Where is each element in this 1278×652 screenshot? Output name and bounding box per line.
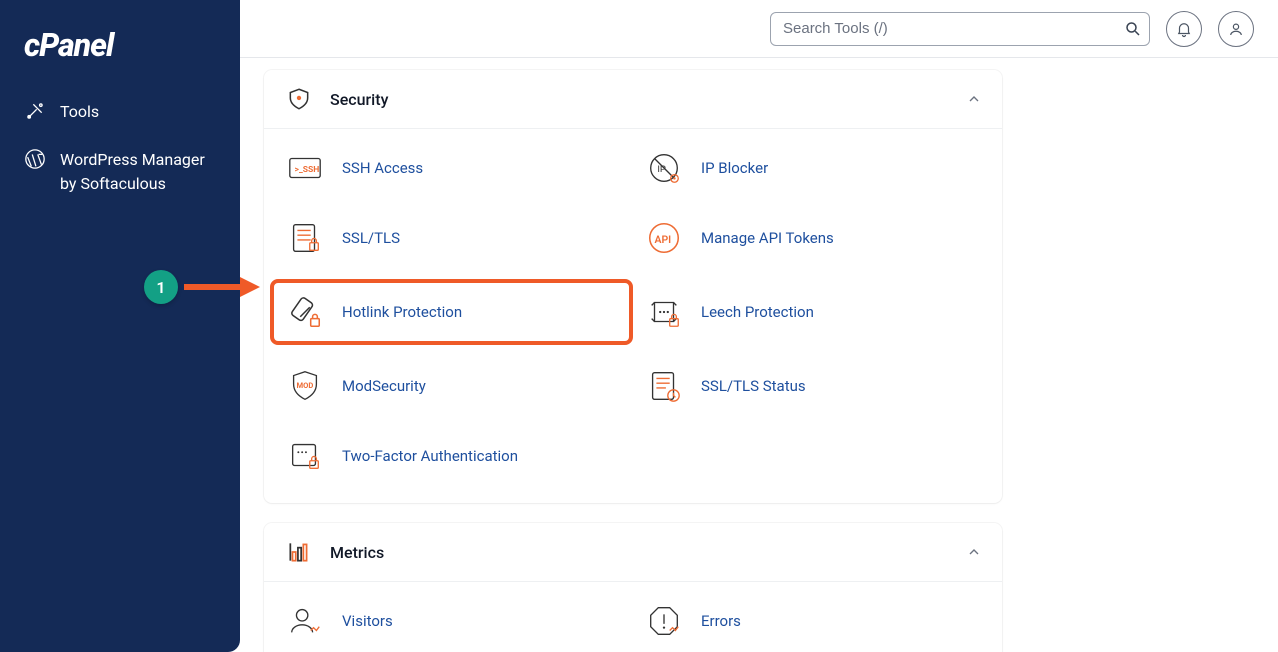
wordpress-icon xyxy=(24,148,46,170)
item-label: IP Blocker xyxy=(701,159,768,177)
item-ip-blocker[interactable]: IP IP Blocker xyxy=(633,143,992,193)
panel-security: Security >_SSH SSH Access xyxy=(264,70,1002,503)
brand-logo: cPanel xyxy=(0,18,240,88)
item-visitors[interactable]: Visitors xyxy=(274,596,633,646)
panel-header-security[interactable]: Security xyxy=(264,70,1002,129)
visitors-icon xyxy=(286,602,324,640)
sidebar-item-wordpress[interactable]: WordPress Manager by Softaculous xyxy=(0,136,240,208)
two-factor-icon xyxy=(286,437,324,475)
sidebar: cPanel Tools WordPress Manager by Softac… xyxy=(0,0,240,652)
item-ssl-tls-status[interactable]: SSL/TLS Status xyxy=(633,361,992,411)
svg-text:MOD: MOD xyxy=(296,381,313,390)
item-label: Hotlink Protection xyxy=(342,303,462,321)
chevron-up-icon[interactable] xyxy=(966,544,982,560)
hotlink-icon xyxy=(286,293,324,331)
callout-number: 1 xyxy=(156,278,165,297)
user-icon xyxy=(1227,20,1245,38)
item-modsecurity[interactable]: MOD ModSecurity xyxy=(274,361,633,411)
panel-title-metrics: Metrics xyxy=(330,543,384,562)
item-label: Visitors xyxy=(342,612,393,630)
ip-blocker-icon: IP xyxy=(645,149,683,187)
item-label: SSH Access xyxy=(342,159,423,177)
user-button[interactable] xyxy=(1218,11,1254,47)
item-two-factor[interactable]: Two-Factor Authentication xyxy=(274,431,633,481)
panel-metrics: Metrics Visitors xyxy=(264,523,1002,652)
item-label: Leech Protection xyxy=(701,303,814,321)
leech-icon xyxy=(645,293,683,331)
main: Security >_SSH SSH Access xyxy=(240,58,1278,652)
svg-text:>_SSH: >_SSH xyxy=(295,165,320,175)
item-ssh-access[interactable]: >_SSH SSH Access xyxy=(274,143,633,193)
arrow-right-icon xyxy=(182,275,260,299)
callout-badge: 1 xyxy=(144,270,178,304)
panel-title-security: Security xyxy=(330,90,388,109)
notifications-button[interactable] xyxy=(1166,11,1202,47)
chevron-up-icon[interactable] xyxy=(966,91,982,107)
search-icon[interactable] xyxy=(1124,20,1142,38)
ssh-icon: >_SSH xyxy=(286,149,324,187)
item-errors[interactable]: Errors xyxy=(633,596,992,646)
modsecurity-icon: MOD xyxy=(286,367,324,405)
item-label: SSL/TLS xyxy=(342,229,400,247)
errors-icon xyxy=(645,602,683,640)
sidebar-label-tools: Tools xyxy=(60,100,99,124)
ssl-tls-icon xyxy=(286,219,324,257)
callout-annotation: 1 xyxy=(144,270,260,304)
item-label: Manage API Tokens xyxy=(701,229,834,247)
metrics-icon xyxy=(286,539,312,565)
sidebar-item-tools[interactable]: Tools xyxy=(0,88,240,136)
item-label: SSL/TLS Status xyxy=(701,377,806,395)
item-api-tokens[interactable]: API Manage API Tokens xyxy=(633,213,992,263)
api-tokens-icon: API xyxy=(645,219,683,257)
item-label: ModSecurity xyxy=(342,377,426,395)
svg-text:IP: IP xyxy=(657,164,666,175)
svg-text:API: API xyxy=(655,233,672,246)
item-label: Two-Factor Authentication xyxy=(342,447,518,465)
item-ssl-tls[interactable]: SSL/TLS xyxy=(274,213,633,263)
metrics-grid: Visitors Errors xyxy=(264,582,1002,652)
bell-icon xyxy=(1175,20,1193,38)
search-input[interactable] xyxy=(770,12,1150,46)
item-leech-protection[interactable]: Leech Protection xyxy=(633,283,992,341)
panel-header-metrics[interactable]: Metrics xyxy=(264,523,1002,582)
shield-icon xyxy=(286,86,312,112)
security-grid: >_SSH SSH Access IP IP Blocker xyxy=(264,129,1002,503)
tools-icon xyxy=(24,100,46,122)
item-label: Errors xyxy=(701,612,741,630)
ssl-status-icon xyxy=(645,367,683,405)
sidebar-label-wordpress: WordPress Manager by Softaculous xyxy=(60,148,216,196)
item-hotlink-protection[interactable]: Hotlink Protection xyxy=(270,279,633,345)
topbar xyxy=(240,0,1278,58)
search-container xyxy=(770,12,1150,46)
brand-text: cPanel xyxy=(24,26,113,64)
